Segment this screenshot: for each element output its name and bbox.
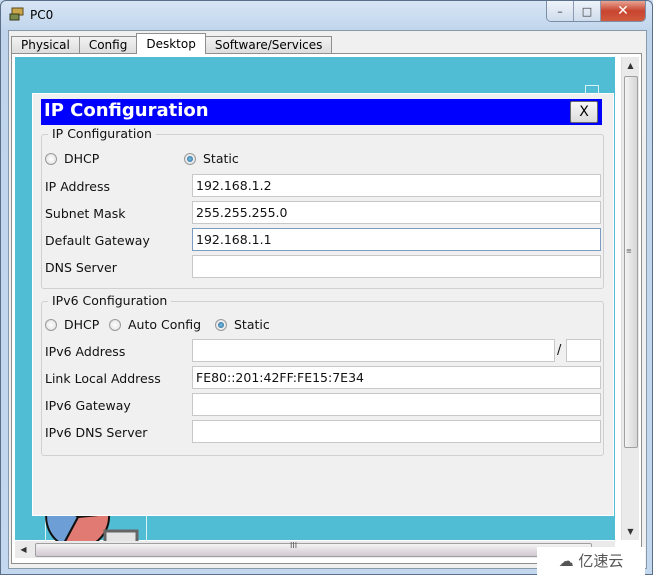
cloud-logo-icon: ☁ xyxy=(558,552,579,570)
tab-desktop[interactable]: Desktop xyxy=(136,33,206,54)
dns-server-label: DNS Server xyxy=(45,260,117,275)
ipv6-config-group: IPv6 Configuration DHCP Auto Config Stat… xyxy=(41,293,604,456)
ipv6-legend: IPv6 Configuration xyxy=(48,293,172,308)
dialog-title: IP Configuration xyxy=(44,100,209,121)
vertical-scroll-thumb[interactable] xyxy=(624,76,638,448)
pc-device-icon xyxy=(9,7,24,21)
ipv4-static-radio[interactable]: Static xyxy=(184,151,239,166)
horizontal-scroll-thumb[interactable] xyxy=(35,543,592,557)
pc0-window: PC0 – □ ✕ Physical Config Desktop Softwa… xyxy=(0,0,653,575)
radio-off-icon xyxy=(45,152,57,165)
close-icon: ✕ xyxy=(617,3,629,19)
ipv6-address-input[interactable] xyxy=(192,339,555,362)
ipv6-gateway-label: IPv6 Gateway xyxy=(45,398,131,413)
ipv6-dhcp-radio[interactable]: DHCP xyxy=(45,317,99,332)
ipv4-config-group: IP Configuration DHCP Static IP Address … xyxy=(41,126,604,289)
tab-bar: Physical Config Desktop Software/Service… xyxy=(11,33,333,54)
default-gateway-input[interactable]: 192.168.1.1 xyxy=(192,228,601,251)
radio-label: Static xyxy=(203,151,239,166)
close-window-button[interactable]: ✕ xyxy=(601,1,645,21)
radio-label: Auto Config xyxy=(128,317,202,332)
subnet-mask-label: Subnet Mask xyxy=(45,206,126,221)
grip-icon: ≡ xyxy=(626,247,632,255)
radio-label: Static xyxy=(234,317,270,332)
scroll-up-icon[interactable]: ▲ xyxy=(622,57,639,74)
ip-address-input[interactable]: 192.168.1.2 xyxy=(192,174,601,197)
dns-server-input[interactable] xyxy=(192,255,601,278)
window-title: PC0 xyxy=(30,8,54,22)
default-gateway-label: Default Gateway xyxy=(45,233,150,248)
ipv6-auto-config-radio[interactable]: Auto Config xyxy=(109,317,201,332)
link-local-address-label: Link Local Address xyxy=(45,371,161,386)
scroll-left-icon[interactable]: ◀ xyxy=(15,541,32,558)
radio-off-icon xyxy=(109,318,121,331)
watermark-text: 亿速云 xyxy=(578,552,624,570)
radio-off-icon xyxy=(45,318,57,331)
dialog-title-bar: IP Configuration X xyxy=(41,99,602,125)
ipv6-dns-server-label: IPv6 DNS Server xyxy=(45,425,148,440)
dialog-close-button[interactable]: X xyxy=(570,101,598,123)
minimize-icon: – xyxy=(557,4,563,18)
maximize-icon: □ xyxy=(581,4,593,18)
watermark: ☁ 亿速云 xyxy=(537,547,645,575)
ipv6-static-radio[interactable]: Static xyxy=(215,317,270,332)
caption-buttons: – □ ✕ xyxy=(546,1,646,22)
grip-icon: III xyxy=(290,541,298,550)
tab-software-services[interactable]: Software/Services xyxy=(204,36,333,54)
ipv4-legend: IP Configuration xyxy=(48,126,156,141)
minimize-button[interactable]: – xyxy=(547,1,574,21)
radio-on-icon xyxy=(215,318,227,331)
title-bar[interactable]: PC0 – □ ✕ xyxy=(1,1,652,29)
maximize-button[interactable]: □ xyxy=(574,1,601,21)
radio-label: DHCP xyxy=(64,317,100,332)
window-client: Physical Config Desktop Software/Service… xyxy=(8,30,647,569)
vertical-scrollbar[interactable]: ▲ ≡ ▼ xyxy=(621,57,639,540)
radio-label: DHCP xyxy=(64,151,100,166)
ipv6-dns-server-input[interactable] xyxy=(192,420,601,443)
tab-physical[interactable]: Physical xyxy=(11,36,80,54)
subnet-mask-input[interactable]: 255.255.255.0 xyxy=(192,201,601,224)
ipv6-address-label: IPv6 Address xyxy=(45,344,126,359)
prefix-separator: / xyxy=(557,343,562,358)
link-local-address-input[interactable]: FE80::201:42FF:FE15:7E34 xyxy=(192,366,601,389)
desktop-panel: r or IP Configuration X IP Co xyxy=(11,53,642,564)
horizontal-scrollbar[interactable]: ◀ III xyxy=(15,541,615,558)
scroll-down-icon[interactable]: ▼ xyxy=(622,523,639,540)
desktop-area: r or IP Configuration X IP Co xyxy=(15,57,615,547)
ip-address-label: IP Address xyxy=(45,179,110,194)
ip-configuration-dialog: IP Configuration X IP Configuration DHCP… xyxy=(32,93,614,516)
ipv6-gateway-input[interactable] xyxy=(192,393,601,416)
ipv4-dhcp-radio[interactable]: DHCP xyxy=(45,151,99,166)
radio-on-icon xyxy=(184,152,196,165)
ipv6-prefix-length-input[interactable] xyxy=(566,339,601,362)
tab-config[interactable]: Config xyxy=(78,36,138,54)
